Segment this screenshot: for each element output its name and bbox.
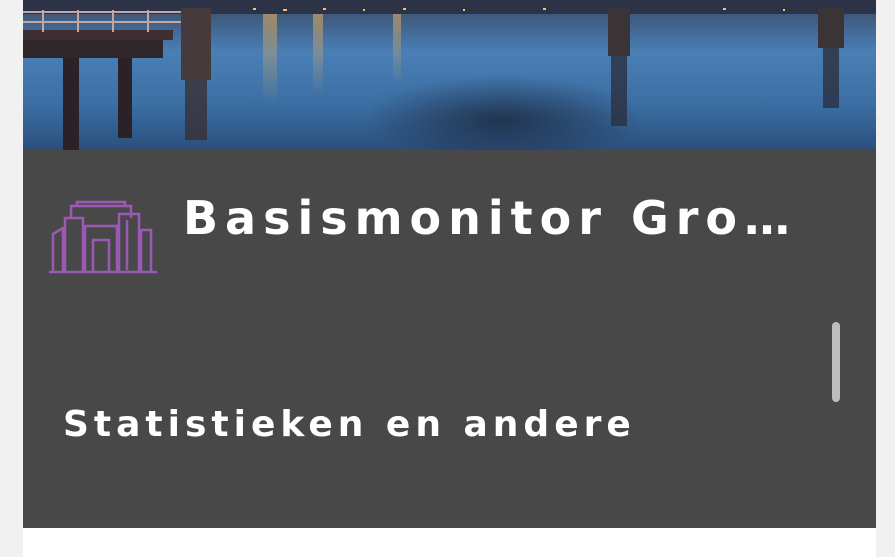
harbor-pier-night-photo <box>23 0 876 150</box>
page: Basismonitor Gro… Statistieken en andere <box>0 0 895 557</box>
scrollbar[interactable] <box>827 318 843 408</box>
app-card[interactable]: Basismonitor Gro… Statistieken en andere <box>23 0 876 557</box>
app-title[interactable]: Basismonitor Gro… <box>183 188 843 248</box>
card-footer <box>23 528 876 557</box>
app-subtitle: Statistieken en andere <box>63 404 636 445</box>
info-panel: Basismonitor Gro… Statistieken en andere <box>23 150 876 528</box>
scrollbar-thumb[interactable] <box>832 322 840 402</box>
hero-image <box>23 0 876 150</box>
city-buildings-icon <box>47 200 159 274</box>
